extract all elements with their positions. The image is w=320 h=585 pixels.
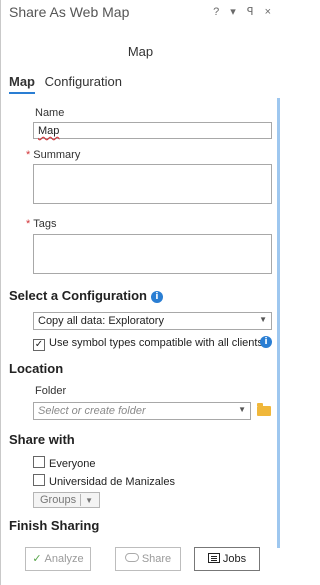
summary-label: * Summary [26,149,80,161]
configuration-heading-text: Select a Configuration [9,288,147,303]
jobs-label: Jobs [222,553,247,565]
share-pane: Share As Web Map ? ▾ ꟼ × Map Map Configu… [0,0,280,585]
tab-map[interactable]: Map [9,74,35,94]
info-icon[interactable]: i [260,336,272,348]
organization-checkbox[interactable] [33,474,45,486]
analyze-label: Analyze [44,553,84,565]
info-icon[interactable]: i [150,291,163,303]
share-button[interactable]: Share [115,547,181,571]
groups-dropdown[interactable]: Groups ▼ [33,492,100,508]
cloud-icon [124,553,139,562]
window-controls[interactable]: ? ▾ ꟼ × [213,5,275,18]
required-marker: * [26,218,31,230]
jobs-button[interactable]: Jobs [194,547,260,571]
folder-label: Folder [35,385,67,397]
share-label: Share [141,553,172,565]
folder-placeholder: Select or create folder [38,405,146,417]
organization-label: Universidad de Manizales [49,476,175,488]
configuration-selected-value: Copy all data: Exploratory [38,315,164,327]
tags-label: * Tags [26,218,57,230]
summary-field[interactable] [33,164,272,204]
location-heading: Location [9,361,64,376]
chevron-down-icon: ▼ [85,496,93,505]
symbol-compat-option[interactable]: ✓ Use symbol types compatible with all cl… [33,337,263,351]
everyone-label: Everyone [49,458,96,470]
configuration-select[interactable]: Copy all data: Exploratory ▼ [33,312,272,330]
jobs-icon [207,553,220,563]
folder-select[interactable]: Select or create folder ▼ [33,402,251,420]
name-value: Map [38,125,60,137]
share-option-organization[interactable]: Universidad de Manizales [33,474,175,488]
share-option-everyone[interactable]: Everyone [33,456,95,470]
folder-icon[interactable] [257,403,271,416]
groups-label: Groups [40,494,77,506]
check-icon: ✓ [32,553,42,565]
window-title: Share As Web Map [9,4,130,20]
symbol-compat-checkbox[interactable]: ✓ [33,339,45,351]
tags-field[interactable] [33,234,272,274]
symbol-compat-label: Use symbol types compatible with all cli… [49,337,263,349]
chevron-down-icon: ▼ [238,405,246,414]
analyze-button[interactable]: ✓ Analyze [25,547,91,571]
required-marker: * [26,149,31,161]
finish-sharing-heading: Finish Sharing [9,518,100,533]
everyone-checkbox[interactable] [33,456,45,468]
scrollbar[interactable] [277,98,280,548]
pane-subtitle: Map [127,44,154,59]
tab-configuration[interactable]: Configuration [45,74,122,92]
summary-label-text: Summary [33,149,81,161]
tab-bar: Map Configuration [9,74,128,94]
share-with-heading: Share with [9,432,75,447]
chevron-down-icon: ▼ [259,315,267,324]
tags-label-text: Tags [33,218,57,230]
configuration-heading: Select a Configuration i [9,288,163,303]
name-field[interactable]: Map [33,122,272,139]
name-label: Name [35,107,65,119]
